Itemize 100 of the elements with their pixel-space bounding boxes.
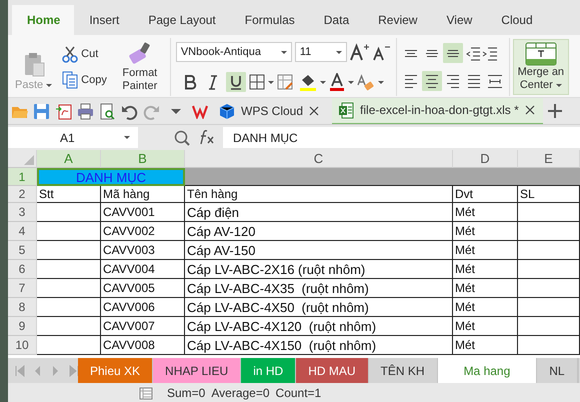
- column-header[interactable]: E: [518, 150, 580, 168]
- formula-field[interactable]: DANH MỤC: [223, 127, 580, 148]
- align-bottom-icon: [446, 50, 459, 56]
- menu-tab[interactable]: Review: [363, 5, 432, 35]
- align-middle-icon: [426, 50, 438, 56]
- table-cell: Mét: [453, 298, 518, 317]
- caret-icon[interactable]: [336, 50, 342, 54]
- table-cell: Dvt: [453, 186, 518, 203]
- font-name-dropdown[interactable]: VNbook-Antiqua: [176, 42, 292, 62]
- row-header[interactable]: 6: [8, 260, 37, 279]
- caret-icon[interactable]: [320, 80, 326, 84]
- table-cell: [518, 203, 580, 222]
- menu-tab[interactable]: Data: [308, 5, 364, 35]
- row-header[interactable]: 2: [8, 186, 37, 203]
- print-preview-icon[interactable]: [99, 102, 116, 120]
- table-cell: Stt: [37, 186, 101, 203]
- increase-font-icon[interactable]: [350, 43, 370, 61]
- sheet-tab[interactable]: HD MAU: [296, 358, 369, 383]
- menu-tab[interactable]: Home: [12, 5, 74, 35]
- table-cell: [37, 298, 101, 317]
- table-cell: CAVV001: [101, 203, 185, 222]
- document-tab[interactable]: WPS Cloud: [213, 98, 328, 124]
- row-header[interactable]: 9: [8, 317, 37, 336]
- row-header[interactable]: 5: [8, 241, 37, 260]
- caret-icon[interactable]: [124, 136, 130, 139]
- row-header[interactable]: 4: [8, 222, 37, 241]
- caret-icon[interactable]: [280, 50, 287, 54]
- cut-button[interactable]: Cut: [60, 44, 109, 64]
- column-header[interactable]: C: [185, 150, 453, 168]
- table-cell: [37, 260, 101, 279]
- borders-icon[interactable]: [248, 74, 265, 90]
- font-color-icon[interactable]: [328, 73, 345, 91]
- sheet-tab[interactable]: Ma hang: [438, 358, 538, 383]
- column-header[interactable]: B: [101, 150, 185, 168]
- copy-button[interactable]: Copy: [60, 70, 109, 90]
- table-cell: Cáp điện: [185, 203, 453, 222]
- caret-icon[interactable]: [556, 84, 562, 87]
- table-cell: [37, 203, 101, 222]
- table-cell: Cáp LV-ABC-4X35 (ruột nhôm): [185, 279, 453, 298]
- table-cell: CAVV004: [101, 260, 185, 279]
- align-bottom-button[interactable]: [442, 43, 463, 63]
- table-cell: CAVV002: [101, 222, 185, 241]
- dropdown-caret-icon[interactable]: [171, 108, 181, 114]
- close-icon[interactable]: [524, 105, 535, 115]
- table-cell: [518, 298, 580, 317]
- table-cell: [518, 241, 580, 260]
- table-cell: Cáp AV-150: [185, 241, 453, 260]
- scissors-icon: [62, 46, 78, 62]
- sheet-tab[interactable]: NL: [537, 358, 578, 383]
- row-header[interactable]: 3: [8, 203, 37, 222]
- export-pdf-icon[interactable]: [55, 102, 72, 120]
- sheet-tab[interactable]: NHAP LIEU: [153, 358, 242, 383]
- sheet-tab[interactable]: Phieu XK: [78, 358, 154, 383]
- menu-tab[interactable]: Page Layout: [133, 5, 230, 35]
- spreadsheet-file-icon: [338, 102, 354, 118]
- table-cell: Cáp LV-ABC-4X120 (ruột nhôm): [185, 317, 453, 336]
- name-box[interactable]: A1: [8, 127, 138, 148]
- table-cell: Cáp LV-ABC-4X50 (ruột nhôm): [185, 298, 453, 317]
- document-tab[interactable]: file-excel-in-hoa-don-gtgt.xls *: [332, 98, 543, 124]
- row-header[interactable]: 7: [8, 279, 37, 298]
- cell-style-icon[interactable]: [276, 74, 293, 90]
- merged-title-cell[interactable]: DANH MỤC: [37, 168, 185, 186]
- zoom-icon[interactable]: [174, 130, 190, 146]
- column-header[interactable]: A: [37, 150, 101, 168]
- font-size-dropdown[interactable]: 11: [294, 42, 347, 62]
- table-cell: Mét: [453, 203, 518, 222]
- caret-icon[interactable]: [348, 80, 354, 84]
- print-icon[interactable]: [77, 102, 94, 120]
- eraser-icon[interactable]: [356, 74, 375, 90]
- add-tab-icon[interactable]: [548, 104, 562, 118]
- status-text: Count=1: [276, 386, 322, 400]
- sheet-list-icon[interactable]: [139, 386, 153, 400]
- format-painter-button[interactable]: Format Painter: [114, 40, 165, 94]
- column-header[interactable]: D: [453, 150, 518, 168]
- table-cell: Mã hàng: [101, 186, 185, 203]
- table-cell: Mét: [453, 279, 518, 298]
- decrease-indent-icon[interactable]: [464, 44, 481, 62]
- merge-and-center-button[interactable]: Merge an Center: [512, 39, 569, 95]
- align-right-icon: [446, 74, 459, 88]
- sheet-tab[interactable]: TÊN KH: [368, 358, 438, 383]
- align-center-button[interactable]: [422, 71, 442, 91]
- fill-color-icon[interactable]: [298, 73, 317, 91]
- menu-tab[interactable]: Cloud: [486, 5, 547, 35]
- underline-button[interactable]: [226, 72, 246, 92]
- row-header[interactable]: 8: [8, 298, 37, 317]
- menu-tab[interactable]: View: [431, 5, 486, 35]
- caret-icon[interactable]: [378, 80, 384, 84]
- status-text: Average=0: [211, 386, 270, 400]
- increase-indent-icon[interactable]: [482, 44, 498, 62]
- menu-tab[interactable]: Formulas: [230, 5, 309, 35]
- menu-tab[interactable]: Insert: [74, 5, 134, 35]
- table-cell: [518, 336, 580, 355]
- close-icon[interactable]: [309, 106, 320, 116]
- row-header[interactable]: 10: [8, 336, 37, 355]
- cloud-cube-icon: [219, 102, 235, 120]
- row-header[interactable]: 1: [8, 168, 37, 186]
- save-icon[interactable]: [33, 102, 50, 120]
- caret-icon[interactable]: [268, 80, 274, 84]
- function-icon[interactable]: [198, 129, 215, 146]
- table-cell: Mét: [453, 260, 518, 279]
